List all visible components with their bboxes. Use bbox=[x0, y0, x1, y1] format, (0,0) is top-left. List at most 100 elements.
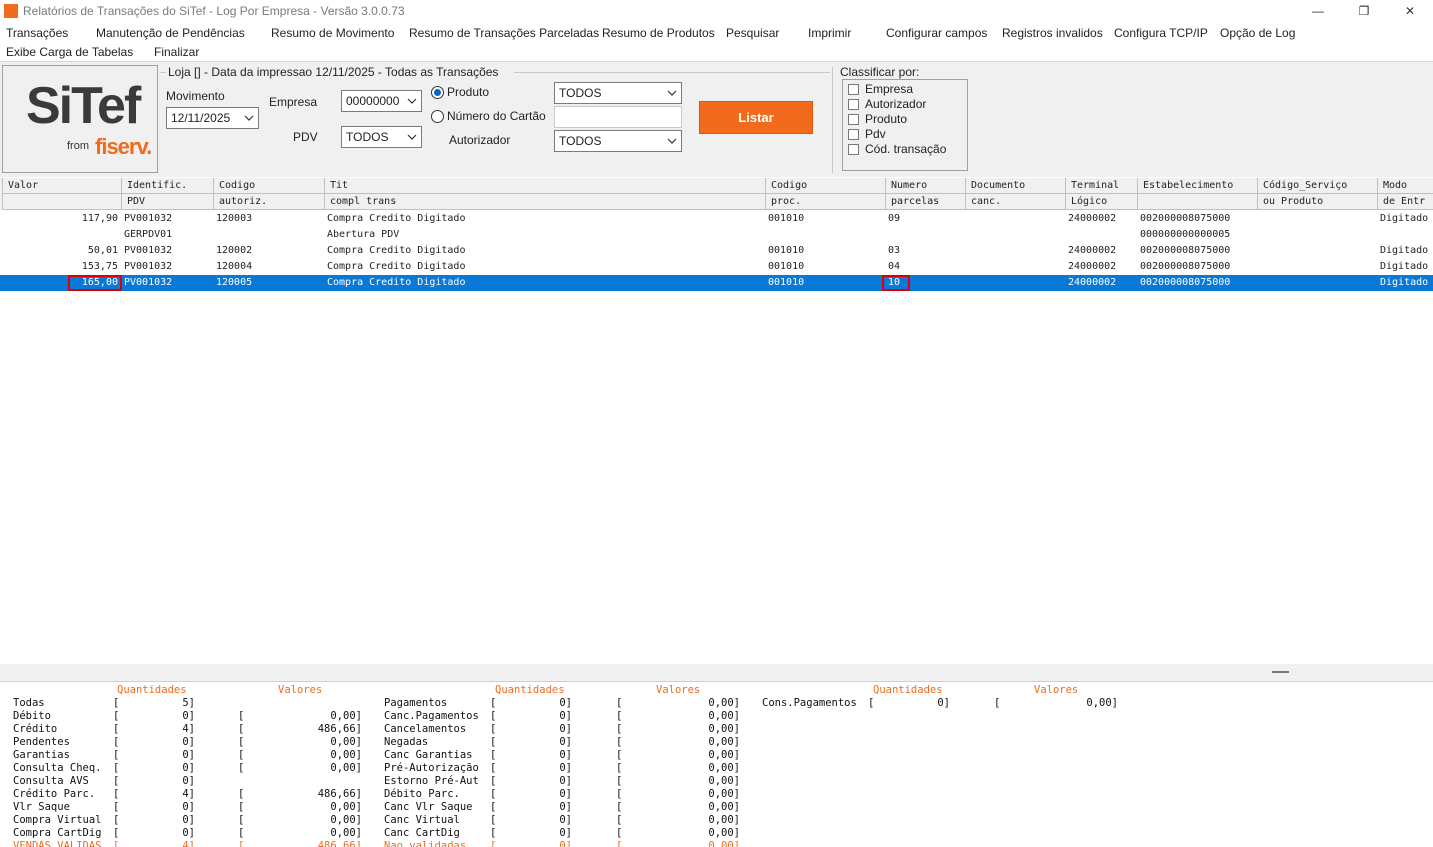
summary-label: VENDAS VALIDAS bbox=[13, 840, 102, 847]
radio-produto[interactable]: Produto bbox=[431, 85, 489, 99]
cell-proc: 001010 bbox=[768, 213, 805, 224]
summary-value: [0,00] bbox=[616, 710, 740, 722]
col-header-documento[interactable]: Documento bbox=[965, 178, 1065, 194]
sort-cod-transacao-checkbox[interactable]: Cód. transação bbox=[848, 142, 946, 156]
menu-imprimir[interactable]: Imprimir bbox=[808, 26, 851, 40]
panel-splitter[interactable] bbox=[0, 664, 1433, 681]
table-row[interactable]: 153,75 PV001032 120004 Compra Credito Digit… bbox=[0, 259, 1433, 275]
cell-terminal: 24000002 bbox=[1068, 261, 1117, 272]
sort-pdv-checkbox[interactable]: Pdv bbox=[848, 127, 886, 141]
grid-header-row-1: Valor Identific. Codigo Tit Codigo Numer… bbox=[0, 178, 1433, 194]
pdv-select[interactable]: TODOS bbox=[341, 126, 422, 148]
summary-value: [0,00] bbox=[616, 749, 740, 761]
summary-quantity: [0] bbox=[113, 736, 195, 748]
col-header-codigo-proc[interactable]: Codigo bbox=[765, 178, 885, 194]
summary-quantity: [0] bbox=[113, 749, 195, 761]
col-header-estabelecimento[interactable]: Estabelecimento bbox=[1137, 178, 1257, 194]
movimento-date-picker[interactable]: 12/11/2025 bbox=[166, 107, 259, 129]
table-row[interactable]: 117,90 PV001032 120003 Compra Credito Digit… bbox=[0, 211, 1433, 227]
numero-cartao-input[interactable] bbox=[554, 106, 682, 128]
cell-estabelecimento: 002000008075000 bbox=[1140, 213, 1231, 224]
cell-autoriz: 120004 bbox=[216, 261, 253, 272]
close-button[interactable]: ✕ bbox=[1387, 0, 1433, 22]
summary-value: [0,00] bbox=[994, 697, 1118, 709]
cell-pdv: PV001032 bbox=[124, 261, 173, 272]
logo-fiserv-text: fiserv. bbox=[95, 134, 152, 159]
cell-canc bbox=[965, 211, 1065, 227]
summary-value: [486,66] bbox=[238, 723, 362, 735]
splitter-grip-icon[interactable] bbox=[1272, 671, 1289, 673]
cell-pdv: PV001032 bbox=[124, 213, 173, 224]
col-header-modo[interactable]: Modo bbox=[1377, 178, 1433, 194]
menu-configurar-campos[interactable]: Configurar campos bbox=[886, 26, 987, 40]
sort-empresa-checkbox[interactable]: Empresa bbox=[848, 82, 913, 96]
menu-resumo-parceladas[interactable]: Resumo de Transações Parceladas bbox=[409, 26, 599, 40]
col-subheader bbox=[1137, 194, 1257, 210]
checkbox-icon bbox=[848, 113, 859, 125]
summary-quantity: [0] bbox=[490, 788, 572, 800]
restore-button[interactable]: ❐ bbox=[1341, 0, 1387, 22]
cell-proc bbox=[765, 227, 885, 243]
cell-terminal: 24000002 bbox=[1068, 245, 1117, 256]
radio-produto-label: Produto bbox=[447, 85, 490, 99]
summary-panel: Quantidades Valores Quantidades Valores … bbox=[0, 681, 1433, 847]
chevron-down-icon bbox=[667, 90, 677, 96]
col-header-codigo-autoriz[interactable]: Codigo bbox=[213, 178, 324, 194]
col-header-tit[interactable]: Tit bbox=[324, 178, 765, 194]
summary-quantity: [0] bbox=[490, 827, 572, 839]
summary-label: Pendentes bbox=[13, 736, 70, 748]
summary-value: [0,00] bbox=[616, 736, 740, 748]
menu-finalizar[interactable]: Finalizar bbox=[154, 45, 199, 59]
produto-select[interactable]: TODOS bbox=[554, 82, 682, 104]
table-row[interactable]: GERPDV01 Abertura PDV 000000000000005 bbox=[0, 227, 1433, 243]
summary-value: [0,00] bbox=[238, 749, 362, 761]
highlight-valor-box bbox=[68, 275, 122, 291]
menu-resumo-produtos[interactable]: Resumo de Produtos bbox=[602, 26, 715, 40]
menu-registros-invalidos[interactable]: Registros invalidos bbox=[1002, 26, 1103, 40]
col-header-identific[interactable]: Identific. bbox=[121, 178, 213, 194]
radio-numero-cartao[interactable]: Número do Cartão bbox=[431, 109, 546, 123]
col-header-terminal[interactable]: Terminal bbox=[1065, 178, 1137, 194]
sort-autorizador-checkbox[interactable]: Autorizador bbox=[848, 97, 926, 111]
cell-pdv: GERPDV01 bbox=[124, 229, 173, 240]
menu-resumo-movimento[interactable]: Resumo de Movimento bbox=[271, 26, 394, 40]
sort-autorizador-label: Autorizador bbox=[865, 97, 927, 111]
cell-servico bbox=[1257, 211, 1377, 227]
menu-configura-tcpip[interactable]: Configura TCP/IP bbox=[1114, 26, 1208, 40]
table-row[interactable]: 50,01 PV001032 120002 Compra Credito Digita… bbox=[0, 243, 1433, 259]
sort-options-box: Empresa Autorizador Produto Pdv Cód. tra… bbox=[842, 79, 968, 171]
summary-quantity: [0] bbox=[490, 801, 572, 813]
minimize-button[interactable]: — bbox=[1295, 0, 1341, 22]
menu-opcao-log[interactable]: Opção de Log bbox=[1220, 26, 1295, 40]
summary-header-valores: Valores bbox=[1034, 684, 1079, 696]
summary-value: [0,00] bbox=[616, 775, 740, 787]
summary-label: Débito Parc. bbox=[384, 788, 460, 800]
summary-header-valores: Valores bbox=[656, 684, 701, 696]
table-row[interactable]: 165,00 PV001032 120005 Compra Credito Digit… bbox=[0, 275, 1433, 291]
cell-canc bbox=[965, 243, 1065, 259]
summary-quantity: [0] bbox=[113, 801, 195, 813]
summary-label: Vlr Saque bbox=[13, 801, 70, 813]
sort-produto-checkbox[interactable]: Produto bbox=[848, 112, 907, 126]
listar-button[interactable]: Listar bbox=[699, 101, 813, 134]
summary-quantity: [0] bbox=[490, 814, 572, 826]
cell-proc: 001010 bbox=[768, 245, 805, 256]
col-header-codigo-servico[interactable]: Código_Serviço bbox=[1257, 178, 1377, 194]
panel-separator bbox=[832, 67, 833, 173]
autorizador-select[interactable]: TODOS bbox=[554, 130, 682, 152]
summary-value: [0,00] bbox=[616, 827, 740, 839]
menu-pesquisar[interactable]: Pesquisar bbox=[726, 26, 779, 40]
menu-transacoes[interactable]: Transações bbox=[6, 26, 68, 40]
transactions-grid[interactable]: Valor Identific. Codigo Tit Codigo Numer… bbox=[0, 177, 1433, 664]
summary-label: Pagamentos bbox=[384, 697, 448, 709]
empresa-select[interactable]: 00000000 bbox=[341, 90, 422, 112]
cell-proc: 001010 bbox=[768, 277, 805, 288]
col-header-valor[interactable]: Valor bbox=[2, 178, 121, 194]
filter-group-title: Loja [] - Data da impressao 12/11/2025 -… bbox=[168, 65, 499, 79]
menu-manutencao-pendencias[interactable]: Manutenção de Pendências bbox=[96, 26, 245, 40]
summary-value: [486,66] bbox=[238, 840, 362, 847]
empresa-label: Empresa bbox=[269, 95, 318, 109]
menu-exibe-carga[interactable]: Exibe Carga de Tabelas bbox=[6, 45, 133, 59]
col-header-numero-parcelas[interactable]: Numero bbox=[885, 178, 965, 194]
cell-proc: 001010 bbox=[768, 261, 805, 272]
